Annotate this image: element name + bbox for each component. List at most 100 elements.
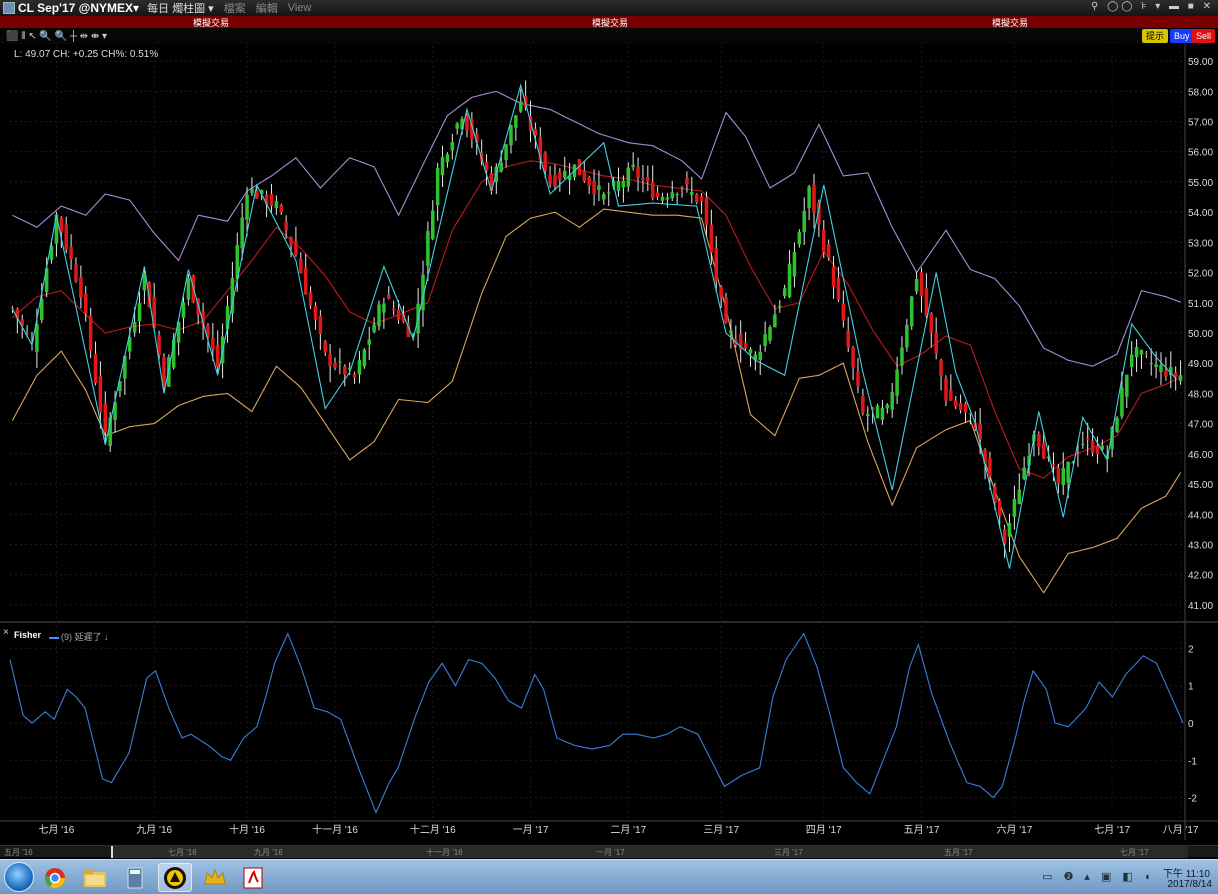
candle-down [269, 193, 274, 207]
price-tick-label: 53.00 [1188, 238, 1213, 249]
trading-app-icon[interactable] [158, 863, 192, 892]
candle-up [914, 279, 919, 292]
chart-area[interactable]: 59.00 58.00 57.00 56.00 55.00 54.00 53.00 52.00… [0, 0, 1218, 845]
candle-down [1056, 467, 1061, 484]
candle-down [103, 403, 108, 433]
acrobat-app-icon[interactable] [236, 863, 270, 892]
candle-down [69, 246, 73, 259]
candle-up [455, 123, 459, 129]
candle-up [1134, 347, 1139, 358]
price-readout: L: 49.07 CH: +0.25 CH%: 0.51% [14, 49, 159, 60]
candle-down [963, 403, 968, 413]
close-indicator-icon[interactable]: × [3, 627, 9, 638]
tray-icons[interactable]: ▭ ❷ ▴ ▣ ◧ ◖ [1042, 870, 1155, 883]
indicator-name: Fisher [14, 630, 42, 640]
price-tick-label: 41.00 [1188, 601, 1213, 612]
scroll-label: 七月 '16 [168, 848, 197, 857]
clock-time[interactable]: 下午 11:10 [1163, 865, 1210, 880]
time-tick-label: 六月 '17 [996, 824, 1032, 836]
candle-down [279, 205, 284, 213]
candle-down [831, 266, 836, 288]
candle-down [919, 272, 924, 297]
candle-down [944, 378, 948, 401]
candle-up [616, 180, 621, 192]
candle-down [699, 196, 704, 202]
candle-down [328, 353, 332, 367]
clock-date[interactable]: 2017/8/14 [1168, 879, 1213, 890]
candle-down [924, 288, 929, 317]
price-tick-label: 43.00 [1188, 540, 1213, 551]
explorer-app-icon[interactable] [78, 863, 112, 892]
candle-up [900, 347, 904, 366]
candle-down [299, 258, 303, 274]
candle-down [836, 278, 841, 300]
time-scrollbar[interactable]: 五月 '16 七月 '16 九月 '16 十一月 '16 一月 '17 三月 '… [0, 845, 1218, 858]
fisher-tick-label: -1 [1188, 756, 1197, 767]
candle-up [778, 305, 782, 307]
candle-up [362, 349, 367, 367]
price-tick-label: 48.00 [1188, 389, 1213, 400]
candle-down [215, 345, 220, 367]
calculator-app-icon[interactable] [118, 863, 152, 892]
candle-down [98, 375, 103, 413]
time-tick-label: 四月 '17 [806, 824, 842, 836]
time-tick-label: 七月 '17 [1094, 824, 1130, 836]
candle-up [665, 197, 670, 200]
candle-down [211, 338, 215, 350]
fisher-tick-label: 1 [1188, 682, 1194, 693]
candle-down [543, 152, 547, 171]
candle-up [905, 324, 909, 348]
candle-down [313, 305, 318, 320]
candle-down [74, 264, 78, 282]
candle-down [1090, 440, 1095, 453]
candle-up [240, 217, 244, 249]
price-tick-label: 47.00 [1188, 420, 1213, 431]
indicator-param-text: (9) 延遲了 ↓ [61, 632, 109, 642]
price-tick-label: 45.00 [1188, 480, 1213, 491]
price-tick-label: 57.00 [1188, 118, 1213, 129]
candle-down [318, 316, 323, 335]
candle-down [83, 293, 88, 314]
candle-down [704, 197, 709, 226]
fisher-tick-label: 0 [1188, 719, 1194, 730]
indicator-param[interactable]: (9) 延遲了 ↓ [49, 630, 109, 643]
candle-down [387, 295, 391, 299]
candle-up [1139, 349, 1144, 355]
start-button[interactable] [4, 862, 34, 892]
candle-down [685, 178, 689, 185]
candle-up [137, 303, 142, 322]
candle-down [64, 224, 68, 250]
candle-up [865, 414, 870, 416]
candle-down [1144, 353, 1149, 355]
candle-up [1066, 461, 1070, 483]
price-tick-label: 59.00 [1188, 57, 1213, 68]
candle-down [851, 347, 855, 368]
candle-down [812, 184, 816, 213]
candle-up [377, 304, 381, 327]
candle-up [880, 407, 885, 420]
scroll-label: 九月 '16 [254, 848, 283, 857]
candle-down [592, 180, 596, 195]
candle-up [445, 154, 450, 163]
candle-up [768, 327, 772, 341]
candle-up [773, 314, 777, 328]
time-tick-label: 九月 '16 [136, 824, 172, 836]
candle-up [1154, 364, 1158, 368]
candle-up [514, 115, 518, 128]
chrome-app-icon[interactable] [38, 863, 72, 892]
candle-up [807, 186, 811, 209]
candle-up [357, 359, 362, 375]
candle-down [1164, 370, 1168, 377]
candle-down [1076, 454, 1080, 456]
taskbar: ▭ ❷ ▴ ▣ ◧ ◖ 下午 11:10 2017/8/14 [0, 859, 1218, 894]
candle-up [606, 192, 611, 194]
candle-up [186, 278, 191, 300]
price-tick-label: 51.00 [1188, 299, 1213, 310]
crown-app-icon[interactable] [198, 863, 232, 892]
candle-down [582, 170, 587, 182]
candle-up [885, 404, 890, 409]
price-tick-label: 42.00 [1188, 571, 1213, 582]
scroll-label: 一月 '17 [596, 848, 625, 857]
candle-down [988, 458, 992, 477]
candle-up [1007, 523, 1012, 537]
